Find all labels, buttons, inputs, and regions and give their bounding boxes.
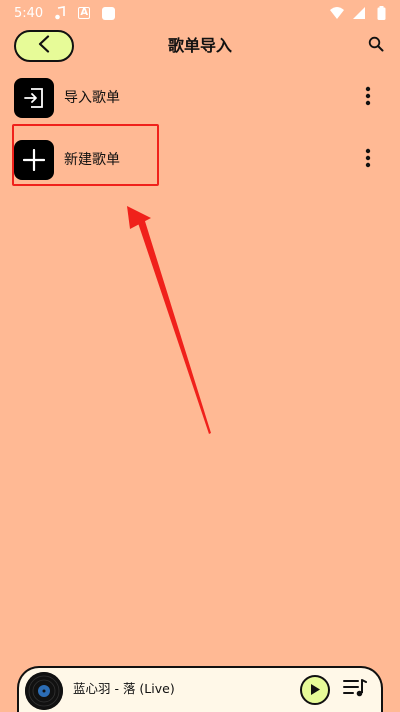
mini-player[interactable]: 蓝心羽 - 落 (Live) [17, 666, 383, 712]
play-icon [309, 681, 321, 700]
album-disc-icon [25, 672, 63, 710]
annotation-arrow [127, 206, 211, 434]
play-button[interactable] [300, 675, 330, 705]
now-playing-title: 蓝心羽 - 落 (Live) [73, 681, 175, 696]
playlist-icon [343, 678, 367, 702]
playlist-button[interactable] [342, 677, 368, 703]
playlist-import-screen: 5:40 A 歌单导入 导入歌单 新建歌单 蓝心羽 - 落 (Live) [0, 0, 400, 712]
